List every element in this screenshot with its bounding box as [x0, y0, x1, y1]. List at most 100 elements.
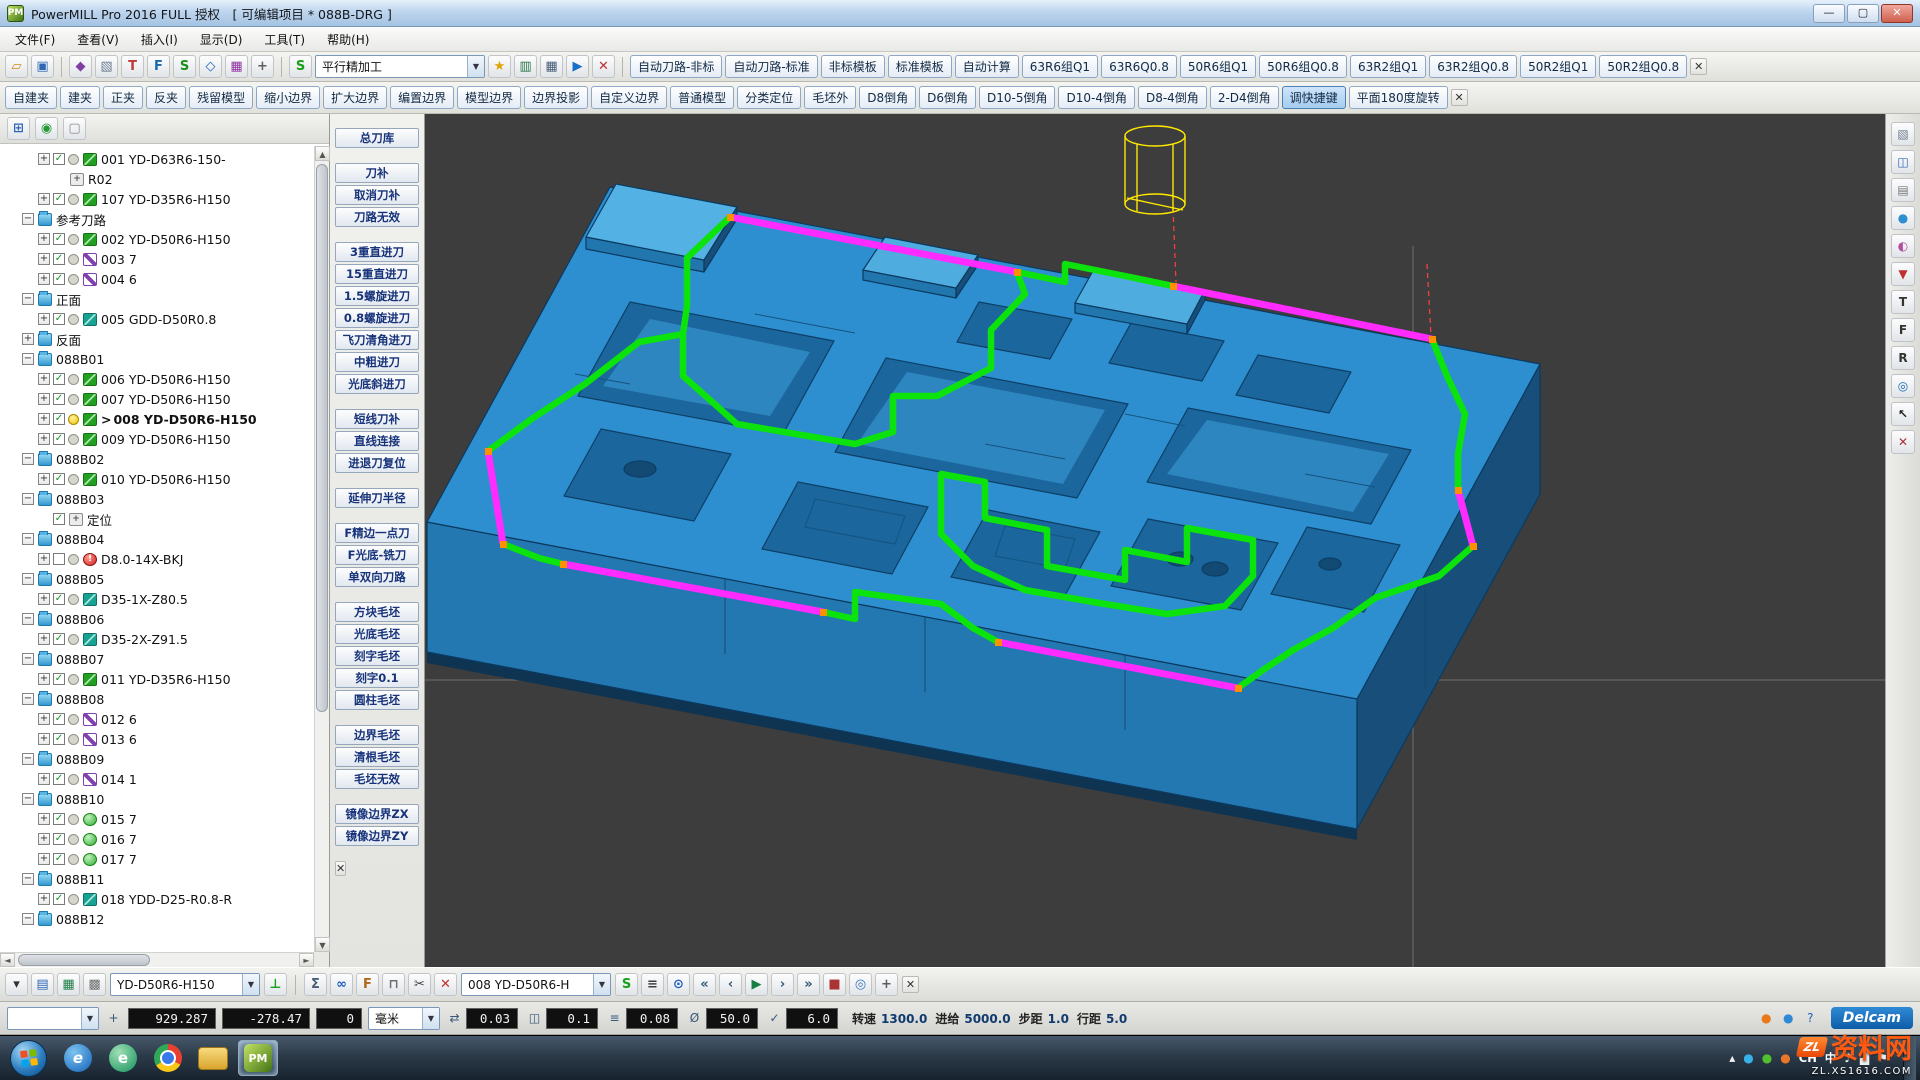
cursor-icon[interactable]: ↖: [1891, 402, 1915, 426]
expander-icon[interactable]: +: [38, 273, 50, 285]
update-tray-icon[interactable]: ●: [1780, 1050, 1790, 1066]
checkbox-icon[interactable]: ✓: [53, 773, 65, 785]
macro-button-0-0[interactable]: 总刀库: [335, 128, 419, 148]
auto-macro-button-0[interactable]: 自动刀路-非标: [630, 55, 723, 78]
checkbox-icon[interactable]: [53, 553, 65, 565]
menu-item-5[interactable]: 帮助(H): [316, 28, 380, 51]
bulb-icon[interactable]: [68, 373, 79, 385]
zoom-fit-icon[interactable]: ◎: [1891, 374, 1915, 398]
macro-button-6-0[interactable]: 方块毛坯: [335, 602, 419, 622]
tree-item-4[interactable]: + ✓ 002 YD-D50R6-H150: [0, 229, 314, 249]
sim-stop-icon[interactable]: ■: [823, 973, 846, 996]
tree-item-38[interactable]: − 088B12: [0, 909, 314, 929]
expander-icon[interactable]: +: [38, 153, 50, 165]
toolbar2-button-4[interactable]: 残留模型: [189, 86, 254, 109]
named-views-icon[interactable]: ▦: [57, 973, 80, 996]
strategy-combo[interactable]: 平行精加工 ▼: [315, 55, 485, 78]
strategy2-icon[interactable]: S: [615, 973, 638, 996]
expander-icon[interactable]: +: [38, 773, 50, 785]
pmuser-icon[interactable]: ●: [1758, 1010, 1775, 1027]
tree-item-3[interactable]: − 参考刀路: [0, 209, 314, 229]
tree-item-34[interactable]: + ✓ 016 7: [0, 829, 314, 849]
expander-icon[interactable]: −: [22, 793, 34, 805]
probe-combo[interactable]: ▼: [7, 1006, 99, 1030]
collision-check-icon[interactable]: ✕: [592, 55, 615, 78]
expander-icon[interactable]: −: [22, 753, 34, 765]
file-explorer-icon[interactable]: [193, 1040, 233, 1076]
close-button[interactable]: ✕: [1881, 3, 1913, 23]
bulb-icon[interactable]: [68, 253, 79, 265]
toolbar2-button-8[interactable]: 模型边界: [457, 86, 522, 109]
auto-macro-button-1[interactable]: 自动刀路-标准: [725, 55, 818, 78]
checkbox-icon[interactable]: ✓: [53, 393, 65, 405]
tree-item-19[interactable]: − 088B04: [0, 529, 314, 549]
tree-item-8[interactable]: + ✓ 005 GDD-D50R0.8: [0, 309, 314, 329]
start-button[interactable]: [10, 1039, 47, 1077]
maximize-button[interactable]: ▢: [1847, 3, 1879, 23]
bulb-icon[interactable]: [68, 853, 79, 865]
tree-item-0[interactable]: + ✓ 001 YD-D63R6-150-: [0, 149, 314, 169]
chevron-down-icon[interactable]: ▼: [593, 974, 610, 995]
macro-button-2-5[interactable]: 中粗进刀: [335, 352, 419, 372]
expander-icon[interactable]: +: [38, 673, 50, 685]
workplane-icon[interactable]: +: [251, 55, 274, 78]
viewmill-icon[interactable]: ◎: [849, 973, 872, 996]
tree-item-28[interactable]: + ✓ 012 6: [0, 709, 314, 729]
grid-icon[interactable]: ▩: [83, 973, 106, 996]
macro-button-5-2[interactable]: 单双向刀路: [335, 567, 419, 587]
tree-item-2[interactable]: + ✓ 107 YD-D35R6-H150: [0, 189, 314, 209]
toolpath-stats-icon[interactable]: Σ: [304, 973, 327, 996]
auto-macro-button-11[interactable]: 50R2组Q1: [1520, 55, 1597, 78]
levels-icon[interactable]: ▤: [31, 973, 54, 996]
viewport-3d[interactable]: [425, 114, 1885, 967]
expander-icon[interactable]: +: [38, 193, 50, 205]
checkbox-icon[interactable]: ✓: [53, 253, 65, 265]
checkbox-icon[interactable]: ✓: [53, 233, 65, 245]
auto-macro-button-7[interactable]: 50R6组Q1: [1179, 55, 1257, 78]
toolbar2-button-2[interactable]: 正夹: [103, 86, 144, 109]
checkbox-icon[interactable]: ✓: [53, 813, 65, 825]
toolbar2-button-9[interactable]: 边界投影: [524, 86, 589, 109]
macro-button-8-0[interactable]: 镜像边界ZX: [335, 804, 419, 824]
auto-macro-button-3[interactable]: 标准模板: [887, 55, 952, 78]
macro-button-7-0[interactable]: 边界毛坯: [335, 725, 419, 745]
close-right-toolbar-icon[interactable]: ✕: [1891, 430, 1915, 454]
expander-icon[interactable]: −: [22, 653, 34, 665]
bulb-icon[interactable]: [68, 893, 79, 905]
checkbox-icon[interactable]: ✓: [53, 513, 65, 525]
internet-explorer-icon[interactable]: e: [58, 1040, 98, 1076]
expander-icon[interactable]: +: [38, 393, 50, 405]
macro-button-2-0[interactable]: 3重直进刀: [335, 242, 419, 262]
tree-item-24[interactable]: + ✓ D35-2X-Z91.5: [0, 629, 314, 649]
expander-icon[interactable]: +: [38, 373, 50, 385]
chevron-down-icon[interactable]: ▼: [422, 1007, 439, 1029]
origin-icon[interactable]: +: [875, 973, 898, 996]
auto-macro-button-6[interactable]: 63R6Q0.8: [1101, 55, 1177, 78]
bulb-icon[interactable]: [68, 393, 79, 405]
wizard-icon[interactable]: ★: [488, 55, 511, 78]
tree-item-13[interactable]: + ✓ >008 YD-D50R6-H150: [0, 409, 314, 429]
toolbar2-button-10[interactable]: 自定义边界: [591, 86, 668, 109]
toolbar2-button-17[interactable]: D10-4倒角: [1058, 86, 1135, 109]
expander-icon[interactable]: +: [38, 893, 50, 905]
batch-icon[interactable]: ≡: [641, 973, 664, 996]
macro-button-2-2[interactable]: 1.5螺旋进刀: [335, 286, 419, 306]
expander-icon[interactable]: +: [38, 713, 50, 725]
connect-icon[interactable]: ●: [1780, 1010, 1797, 1027]
bulb-icon[interactable]: [68, 833, 79, 845]
checkbox-icon[interactable]: ✓: [53, 473, 65, 485]
expander-icon[interactable]: +: [38, 833, 50, 845]
expander-icon[interactable]: −: [22, 353, 34, 365]
expander-icon[interactable]: +: [38, 433, 50, 445]
viewport-canvas[interactable]: [425, 114, 1885, 967]
browser-icon[interactable]: e: [103, 1040, 143, 1076]
tree-item-36[interactable]: − 088B11: [0, 869, 314, 889]
menu-item-3[interactable]: 显示(D): [189, 28, 254, 51]
right-view-icon[interactable]: R: [1891, 346, 1915, 370]
tree-item-32[interactable]: − 088B10: [0, 789, 314, 809]
active-tool-combo[interactable]: YD-D50R6-H150 ▼: [110, 973, 260, 996]
expander-icon[interactable]: +: [38, 253, 50, 265]
bulb-icon[interactable]: [68, 433, 79, 445]
expander-icon[interactable]: −: [22, 573, 34, 585]
tree-item-31[interactable]: + ✓ 014 1: [0, 769, 314, 789]
